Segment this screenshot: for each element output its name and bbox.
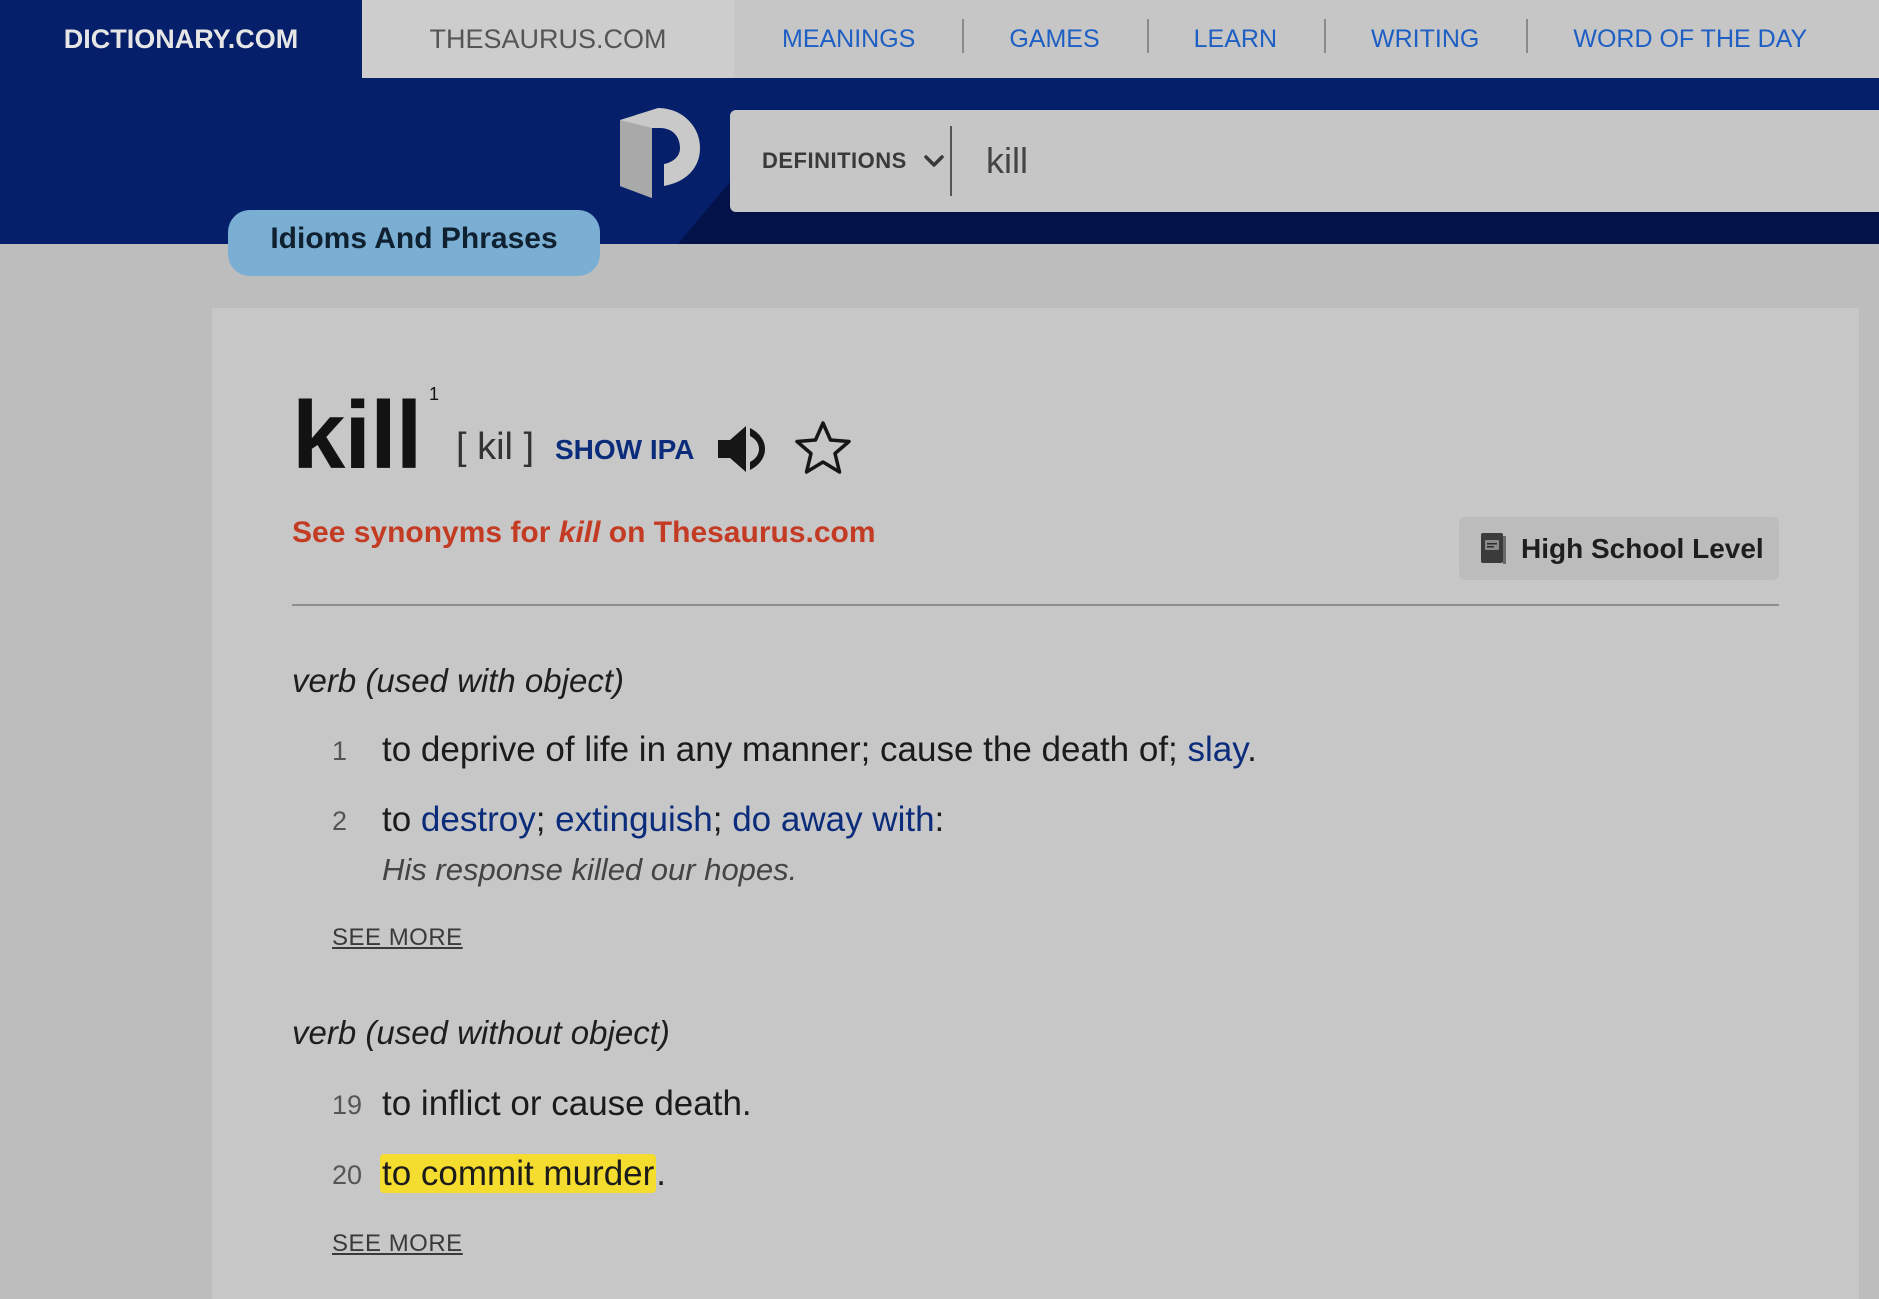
definition-text: to commit murder.	[380, 1154, 667, 1194]
example-sentence: His response killed our hopes.	[382, 852, 798, 887]
difficulty-level-badge[interactable]: High School Level	[1459, 517, 1779, 580]
definition-punct: .	[1247, 730, 1257, 769]
level-label: High School Level	[1521, 532, 1764, 564]
nav-links: MEANINGS GAMES LEARN WRITING WORD OF THE…	[734, 0, 1879, 78]
definition-text: to inflict or cause death.	[382, 1084, 752, 1123]
synonyms-suffix: on Thesaurus.com	[600, 516, 876, 549]
top-navigation: DICTIONARY.COM THESAURUS.COM MEANINGS GA…	[0, 0, 1879, 78]
search-type-label: DEFINITIONS	[762, 148, 907, 173]
nav-link-writing[interactable]: WRITING	[1324, 18, 1526, 54]
highlighted-text[interactable]: to commit murder	[380, 1154, 657, 1193]
synonyms-word: kill	[558, 516, 601, 549]
divider	[292, 604, 1779, 606]
definition-punct: .	[656, 1154, 667, 1193]
definition-text: to deprive of life in any manner; cause …	[382, 730, 1257, 770]
definition-number: 20	[332, 1160, 363, 1190]
xref-link-do-away-with[interactable]: do away with	[732, 800, 934, 839]
definition-separator: ;	[712, 800, 733, 839]
search-input[interactable]	[984, 139, 1688, 183]
search-type-dropdown[interactable]: DEFINITIONS	[730, 126, 952, 196]
xref-link-slay[interactable]: slay	[1188, 730, 1248, 769]
pronunciation: [ kil ]	[456, 426, 535, 468]
part-of-speech: verb (used without object)	[292, 1014, 670, 1051]
definition-text: to destroy; extinguish; do away with:	[382, 800, 944, 840]
speaker-icon[interactable]	[716, 424, 768, 474]
nav-link-meanings[interactable]: MEANINGS	[734, 25, 962, 54]
headword: kill	[292, 382, 422, 489]
nav-link-games[interactable]: GAMES	[962, 18, 1146, 54]
chevron-down-icon	[924, 155, 944, 167]
nav-link-word-of-the-day[interactable]: WORD OF THE DAY	[1526, 18, 1854, 54]
show-ipa-button[interactable]: SHOW IPA	[555, 434, 694, 466]
definition-card: kill 1 [ kil ] SHOW IPA See synonyms for…	[212, 308, 1859, 1299]
tab-dictionary[interactable]: DICTIONARY.COM	[0, 0, 362, 78]
see-more-link[interactable]: SEE MORE	[332, 1230, 463, 1258]
definition-text-part: to deprive of life in any manner; cause …	[382, 730, 1188, 769]
definition-number: 2	[332, 806, 348, 836]
nav-link-learn[interactable]: LEARN	[1146, 18, 1324, 54]
section-pill-idioms[interactable]: Idioms And Phrases	[228, 210, 600, 276]
definition-separator: ;	[535, 800, 556, 839]
search-bar: DEFINITIONS	[730, 110, 1879, 212]
homograph-number: 1	[429, 384, 440, 404]
definition-text-part: to	[382, 800, 421, 839]
xref-link-extinguish[interactable]: extinguish	[555, 800, 713, 839]
star-icon[interactable]	[794, 420, 852, 476]
xref-link-destroy[interactable]: destroy	[421, 800, 536, 839]
part-of-speech: verb (used with object)	[292, 662, 624, 699]
synonyms-prefix: See synonyms for	[292, 516, 559, 549]
definition-number: 1	[332, 736, 348, 766]
see-more-link[interactable]: SEE MORE	[332, 924, 463, 952]
thesaurus-synonyms-link[interactable]: See synonyms for kill on Thesaurus.com	[292, 516, 876, 550]
book-icon	[1481, 532, 1506, 564]
dictionary-logo-icon[interactable]	[618, 108, 700, 198]
tab-thesaurus[interactable]: THESAURUS.COM	[362, 0, 734, 78]
definition-number: 19	[332, 1090, 363, 1120]
definition-punct: :	[934, 800, 945, 839]
